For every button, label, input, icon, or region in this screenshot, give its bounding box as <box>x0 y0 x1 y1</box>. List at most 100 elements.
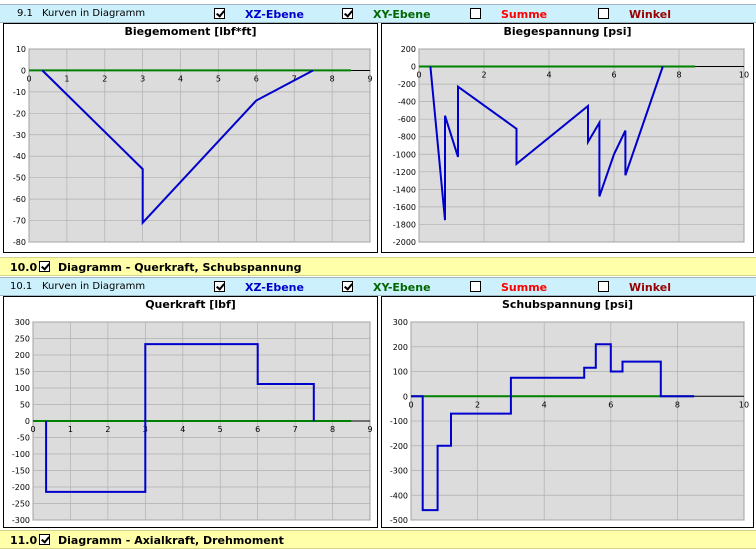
y-tick-label: -100 <box>12 450 30 459</box>
y-tick-label: -50 <box>13 174 26 183</box>
chart-panel-querkraft: Querkraft [lbf] 300 250 200 150 100 50 0 -50 -10… <box>3 296 378 528</box>
diagram-11-checkbox[interactable] <box>39 534 50 545</box>
biegemoment-chart: 100-10-20-30-40-50-60-70-800 1 2 3 4 5 6 7 8 9 <box>13 45 373 247</box>
y-tick-label: 10 <box>16 45 26 54</box>
y-tick-label: -800 <box>398 133 416 142</box>
x-tick-label: 2 <box>102 74 107 83</box>
x-tick-label: 2 <box>481 71 486 80</box>
y-tick-label: -70 <box>13 217 26 226</box>
x-tick-label: 3 <box>140 74 145 83</box>
y-tick-label: -80 <box>13 238 26 247</box>
y-tick-label: -1800 <box>393 220 416 229</box>
section-label: Kurven in Diagramm <box>42 281 146 292</box>
section-title: Diagramm - Querkraft, Schubspannung <box>58 261 302 274</box>
x-tick-label: 6 <box>254 74 259 83</box>
x-tick-label: 4 <box>180 425 185 434</box>
xy-label: XY-Ebene <box>373 281 431 294</box>
section-header-10: 10.0 Diagramm - Querkraft, Schubspannung <box>0 257 756 276</box>
y-tick-label: 200 <box>401 45 416 54</box>
y-tick-label: -300 <box>390 467 408 476</box>
options-row-10-1: 10.1 Kurven in Diagramm XZ-Ebene XY-Eben… <box>0 277 756 296</box>
x-tick-label: 10 <box>739 71 749 80</box>
y-tick-label: 150 <box>15 368 30 377</box>
x-tick-label: 9 <box>367 425 372 434</box>
options-row-9-1: 9.1 Kurven in Diagramm XZ-Ebene XY-Ebene… <box>0 4 756 23</box>
y-tick-label: -1400 <box>393 185 416 194</box>
y-tick-label: -1600 <box>393 203 416 212</box>
section-label: Kurven in Diagramm <box>42 8 146 19</box>
x-tick-label: 0 <box>408 400 413 409</box>
y-tick-label: -600 <box>398 115 416 124</box>
x-tick-label: 5 <box>216 74 221 83</box>
y-tick-label: -500 <box>390 516 408 525</box>
xz-checkbox[interactable] <box>214 8 225 19</box>
biegespannung-chart: 2000-200-400-600-800-1000-1200-1400-1600… <box>393 45 749 247</box>
x-tick-label: 2 <box>475 400 480 409</box>
x-tick-label: 5 <box>218 425 223 434</box>
x-tick-label: 0 <box>416 71 421 80</box>
y-tick-label: -40 <box>13 152 26 161</box>
y-tick-label: 0 <box>21 66 26 75</box>
y-tick-label: -200 <box>390 442 408 451</box>
plot-area <box>418 48 745 243</box>
x-tick-label: 2 <box>105 425 110 434</box>
y-tick-label: 200 <box>15 351 30 360</box>
y-tick-label: -1000 <box>393 150 416 159</box>
x-tick-label: 4 <box>178 74 183 83</box>
schubspannung-chart: 3002001000-100-200-300-400-5000 2 4 6 8 10 <box>390 318 749 525</box>
chart-panel-biegespannung: Biegespannung [psi] 200 0 -200 -400 -600 -800… <box>381 23 754 253</box>
summe-label: Summe <box>501 8 548 21</box>
y-tick-label: 200 <box>393 343 408 352</box>
y-tick-label: 0 <box>411 63 416 72</box>
winkel-checkbox[interactable] <box>598 281 609 292</box>
chart-panel-schubspannung: Schubspannung [psi] 300 200 100 0 -100 -200 -3… <box>381 296 754 528</box>
querkraft-chart: 300250200150100500-50-100-150-200-250-30… <box>12 318 373 525</box>
x-tick-label: 6 <box>608 400 613 409</box>
x-tick-label: 7 <box>293 425 298 434</box>
winkel-label: Winkel <box>629 281 671 294</box>
y-tick-label: -150 <box>12 467 30 476</box>
winkel-checkbox[interactable] <box>598 8 609 19</box>
x-tick-label: 10 <box>739 400 749 409</box>
y-tick-label: 50 <box>20 401 30 410</box>
xy-checkbox[interactable] <box>342 281 353 292</box>
y-tick-label: -20 <box>13 109 26 118</box>
plot-area <box>28 48 371 243</box>
y-tick-label: -200 <box>398 80 416 89</box>
section-number: 10.0 <box>10 261 38 274</box>
summe-checkbox[interactable] <box>470 8 481 19</box>
y-tick-label: 250 <box>15 335 30 344</box>
y-tick-label: -1200 <box>393 168 416 177</box>
summe-checkbox[interactable] <box>470 281 481 292</box>
y-tick-label: -10 <box>13 88 26 97</box>
y-tick-label: -300 <box>12 516 30 525</box>
y-tick-label: -400 <box>390 491 408 500</box>
x-tick-label: 0 <box>30 425 35 434</box>
y-tick-label: -200 <box>12 483 30 492</box>
xz-checkbox[interactable] <box>214 281 225 292</box>
x-tick-label: 1 <box>68 425 73 434</box>
y-tick-label: 0 <box>403 392 408 401</box>
y-tick-label: -30 <box>13 131 26 140</box>
x-tick-label: 8 <box>330 425 335 434</box>
x-tick-label: 6 <box>255 425 260 434</box>
x-tick-label: 8 <box>330 74 335 83</box>
y-tick-label: -250 <box>12 500 30 509</box>
y-tick-label: 100 <box>393 368 408 377</box>
y-tick-label: -100 <box>390 417 408 426</box>
xy-checkbox[interactable] <box>342 8 353 19</box>
x-tick-label: 9 <box>367 74 372 83</box>
y-tick-label: 300 <box>393 318 408 327</box>
chart-panel-biegemoment: Biegemoment [lbf*ft] 10 0 -10 -20 -30 -40 -50-… <box>3 23 378 253</box>
xy-label: XY-Ebene <box>373 8 431 21</box>
x-tick-label: 4 <box>546 71 551 80</box>
section-title: Diagramm - Axialkraft, Drehmoment <box>58 534 284 547</box>
xz-label: XZ-Ebene <box>245 281 304 294</box>
x-tick-label: 8 <box>675 400 680 409</box>
y-tick-label: -60 <box>13 195 26 204</box>
summe-label: Summe <box>501 281 548 294</box>
x-tick-label: 0 <box>26 74 31 83</box>
y-tick-label: 0 <box>25 417 30 426</box>
section-number: 11.0 <box>10 534 38 547</box>
diagram-10-checkbox[interactable] <box>39 261 50 272</box>
